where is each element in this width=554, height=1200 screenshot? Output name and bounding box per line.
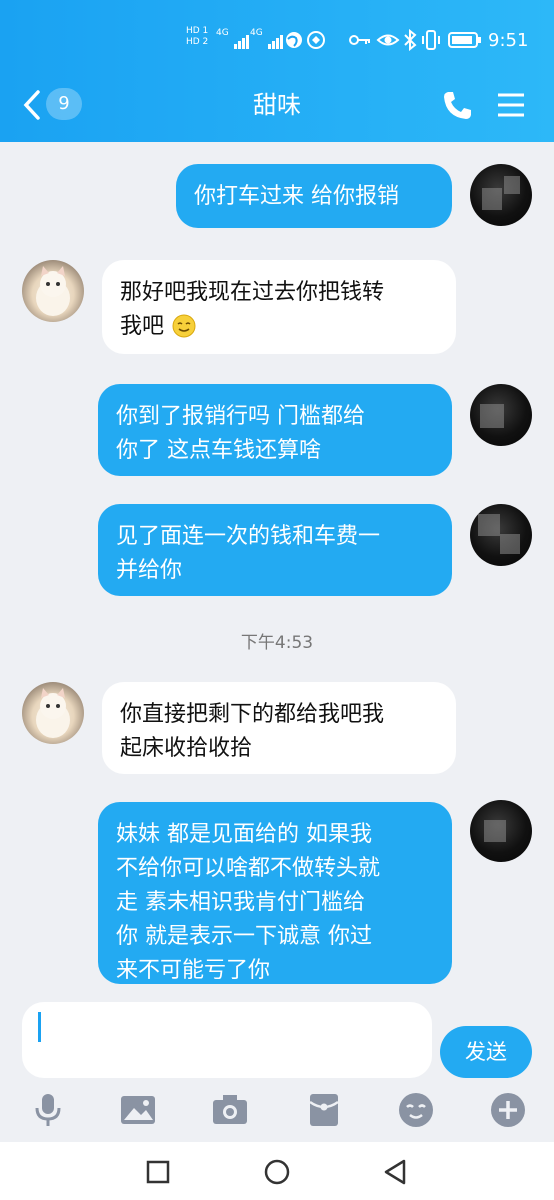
hd2-label: HD 2 (186, 37, 209, 47)
message-bubble[interactable]: 你打车过来 给你报销 (176, 164, 452, 228)
menu-icon (498, 93, 524, 117)
hd1-label: HD 1 (186, 26, 209, 36)
signal1-icon: 4G (216, 28, 250, 49)
phone-icon (444, 92, 471, 119)
menu-button[interactable] (494, 88, 528, 122)
timestamp: 下午4:53 (240, 633, 314, 653)
vibrate-icon (422, 30, 440, 50)
recents-icon[interactable] (146, 1160, 170, 1184)
signal2-icon: 4G (250, 28, 284, 49)
clock-time: 9:51 (488, 30, 529, 51)
message-bubble[interactable]: 你直接把剩下的都给我吧我 起床收拾收拾 (102, 682, 456, 774)
mic-icon[interactable] (28, 1090, 68, 1130)
message-bubble[interactable]: 你到了报销行吗 门槛都给 你了 这点车钱还算啥 (98, 384, 452, 476)
avatar-contact[interactable] (22, 260, 84, 322)
eye-icon (376, 34, 400, 46)
status-bar: HD 1 HD 2 4G 4G 9:51 (0, 22, 554, 62)
red-packet-icon[interactable] (304, 1090, 344, 1130)
call-button[interactable] (440, 88, 474, 122)
back-nav-icon[interactable] (382, 1158, 408, 1186)
net2-label: 4G (250, 28, 263, 38)
avatar-self[interactable] (470, 384, 532, 446)
emoji-smile-icon (172, 314, 196, 338)
avatar-contact[interactable] (22, 682, 84, 744)
cat-photo (36, 266, 70, 316)
text-caret (38, 1012, 41, 1042)
send-button[interactable]: 发送 (440, 1026, 532, 1078)
message-bubble[interactable]: 妹妹 都是见面给的 如果我 不给你可以啥都不做转头就 走 素未相识我肯付门槛给 … (98, 802, 452, 984)
message-bubble[interactable]: 见了面连一次的钱和车费一 并给你 (98, 504, 452, 596)
battery-icon (448, 32, 481, 48)
message-input[interactable] (22, 1002, 432, 1078)
system-nav-bar (0, 1142, 554, 1200)
avatar-self[interactable] (470, 504, 532, 566)
globe-icon (286, 32, 302, 48)
avatar-self[interactable] (470, 800, 532, 862)
vpn-icon (307, 31, 325, 49)
sim-labels: HD 1 HD 2 (186, 26, 208, 48)
emoji-icon[interactable] (396, 1090, 436, 1130)
cat-photo (36, 688, 70, 738)
net1-label: 4G (216, 28, 229, 38)
avatar-self[interactable] (470, 164, 532, 226)
plus-icon[interactable] (488, 1090, 528, 1130)
bluetooth-icon (404, 29, 417, 51)
home-icon[interactable] (263, 1158, 291, 1186)
message-bubble[interactable]: 那好吧我现在过去你把钱转 我吧 (102, 260, 456, 354)
chat-header: HD 1 HD 2 4G 4G 9:51 9 甜味 (0, 0, 554, 142)
camera-icon[interactable] (210, 1090, 250, 1130)
image-icon[interactable] (118, 1090, 158, 1130)
key-icon (349, 35, 370, 45)
